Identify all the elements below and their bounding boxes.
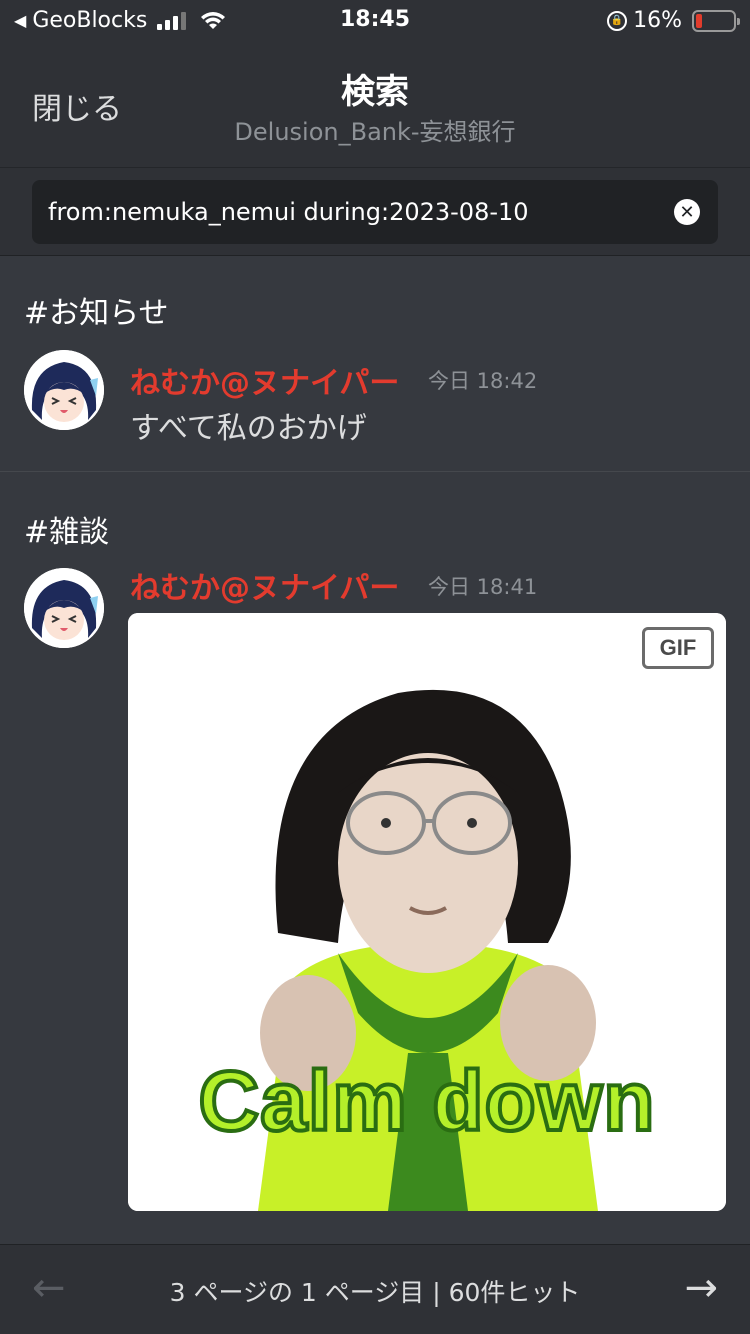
rotation-lock-icon: 🔒	[607, 10, 628, 31]
battery-icon	[692, 9, 740, 32]
header: 閉じる 検索 Delusion_Bank-妄想銀行	[0, 42, 750, 168]
author-name[interactable]: ねむか@ヌナイパー	[130, 563, 399, 607]
pagination-bar: ← 3 ページの 1 ページ目 | 60件ヒット →	[0, 1244, 750, 1334]
gif-badge: GIF	[642, 627, 714, 669]
server-name: Delusion_Bank-妄想銀行	[234, 118, 516, 146]
channel-name: #雑談	[24, 515, 110, 550]
avatar-image	[24, 350, 104, 430]
avatar-image	[24, 568, 104, 648]
search-input[interactable]: from:nemuka_nemui during:2023-08-10 ✕	[32, 180, 718, 244]
clear-search-icon[interactable]: ✕	[674, 199, 700, 225]
status-right: 🔒 16%	[607, 8, 740, 33]
next-page-arrow-icon[interactable]: →	[684, 1265, 718, 1311]
message-timestamp: 今日 18:42	[428, 369, 538, 393]
search-area: from:nemuka_nemui during:2023-08-10 ✕	[0, 168, 750, 256]
author-name[interactable]: ねむか@ヌナイパー	[130, 358, 399, 402]
battery-percent: 16%	[633, 8, 682, 33]
search-query: from:nemuka_nemui during:2023-08-10	[48, 198, 529, 226]
message-timestamp: 今日 18:41	[428, 575, 538, 599]
page-title: 検索	[341, 72, 409, 112]
divider	[0, 471, 750, 472]
channel-name: #お知らせ	[24, 296, 169, 331]
gif-caption: Calm down	[196, 1052, 656, 1150]
message-text: すべて私のおかげ	[130, 411, 367, 446]
page-info: 3 ページの 1 ページ目 | 60件ヒット	[169, 1278, 581, 1307]
avatar[interactable]	[24, 350, 104, 430]
avatar[interactable]	[24, 568, 104, 648]
gif-attachment[interactable]: GIF Calm down	[128, 613, 726, 1211]
status-bar: ◀ GeoBlocks 18:45 🔒 16%	[0, 0, 750, 42]
